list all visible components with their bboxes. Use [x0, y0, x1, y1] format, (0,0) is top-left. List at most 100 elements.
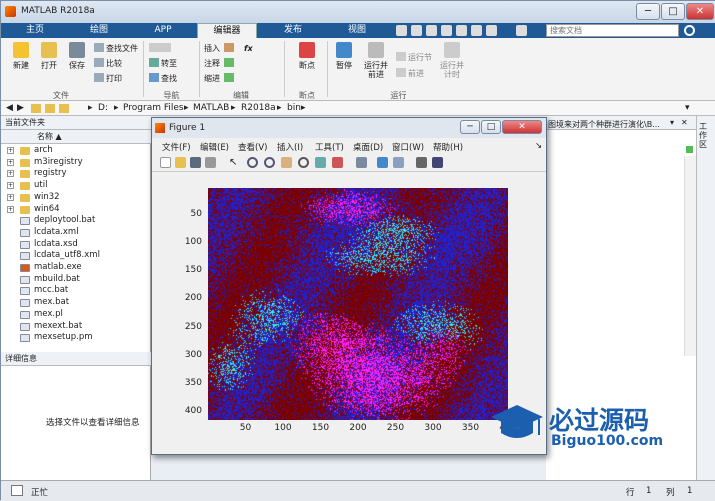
open-file-icon[interactable]: [175, 157, 186, 168]
compare-button[interactable]: 比较: [94, 58, 122, 70]
tab-publish[interactable]: 发布: [263, 23, 323, 38]
help-quick-icon[interactable]: [516, 25, 527, 36]
list-item[interactable]: + win64: [1, 204, 151, 216]
path-segment[interactable]: Program Files: [123, 103, 184, 113]
save-figure-icon[interactable]: [190, 157, 201, 168]
list-item[interactable]: + util: [1, 180, 151, 192]
list-item[interactable]: matlab.exe: [1, 262, 151, 274]
data-cursor-icon[interactable]: [315, 157, 326, 168]
list-item[interactable]: + win32: [1, 192, 151, 204]
menu-view[interactable]: 查看(V): [238, 141, 267, 153]
cut-quick-icon[interactable]: [411, 25, 422, 36]
fig-minimize-button[interactable]: ─: [460, 120, 480, 134]
list-item[interactable]: + registry: [1, 168, 151, 180]
switch-windows-icon[interactable]: [486, 25, 497, 36]
search-docs-input[interactable]: [546, 24, 679, 37]
indent-button[interactable]: 缩进: [204, 73, 236, 85]
colorbar-icon[interactable]: [377, 157, 388, 168]
name-column-header[interactable]: 名称 ▲: [1, 130, 151, 144]
maximize-button[interactable]: □: [661, 3, 685, 20]
expand-icon[interactable]: +: [7, 182, 14, 190]
find-button[interactable]: 查找: [149, 73, 177, 85]
list-item[interactable]: mex.bat: [1, 297, 151, 309]
folder-icon[interactable]: [31, 104, 41, 113]
paste-quick-icon[interactable]: [441, 25, 452, 36]
list-item[interactable]: deploytool.bat: [1, 215, 151, 227]
folder-up-icon[interactable]: [45, 104, 55, 113]
search-icon[interactable]: [684, 25, 695, 36]
find-file-button[interactable]: 查找文件: [94, 43, 138, 55]
tab-view[interactable]: 视图: [327, 23, 387, 38]
redo-quick-icon[interactable]: [471, 25, 482, 36]
browse-folder-icon[interactable]: [59, 104, 69, 113]
expand-icon[interactable]: +: [7, 170, 14, 178]
editor-tab-snippet[interactable]: 图境来对两个种群进行演化\B...: [548, 119, 666, 130]
list-item[interactable]: mex.pl: [1, 309, 151, 321]
path-dropdown-icon[interactable]: ▾: [685, 103, 690, 113]
list-item[interactable]: lcdata_utf8.xml: [1, 250, 151, 262]
forward-arrow-icon[interactable]: ▶: [17, 103, 24, 113]
advance-button[interactable]: 前进: [396, 68, 424, 80]
new-button[interactable]: 新建: [6, 42, 36, 70]
link-plot-icon[interactable]: [356, 157, 367, 168]
image-axes[interactable]: [208, 188, 508, 420]
expand-icon[interactable]: +: [7, 147, 14, 154]
rotate-icon[interactable]: [298, 157, 309, 168]
tab-plots[interactable]: 绘图: [69, 23, 129, 38]
comment-button[interactable]: 注释: [204, 58, 236, 70]
list-item[interactable]: mexext.bat: [1, 321, 151, 333]
list-item[interactable]: + m3iregistry: [1, 157, 151, 169]
back-forward-button[interactable]: [149, 43, 173, 55]
copy-quick-icon[interactable]: [426, 25, 437, 36]
brush-icon[interactable]: [332, 157, 343, 168]
tab-apps[interactable]: APP: [133, 23, 193, 38]
new-figure-icon[interactable]: [160, 157, 171, 168]
workspace-label[interactable]: 工作区: [699, 122, 709, 149]
list-item[interactable]: mbuild.bat: [1, 274, 151, 286]
run-advance-button[interactable]: 运行并 前进: [361, 42, 391, 79]
menu-desktop[interactable]: 桌面(D): [353, 141, 383, 153]
expand-icon[interactable]: +: [7, 158, 14, 166]
save-button[interactable]: 保存: [62, 42, 92, 70]
path-segment[interactable]: R2018a: [241, 103, 276, 113]
menu-window[interactable]: 窗口(W): [392, 141, 424, 153]
print-button[interactable]: 打印: [94, 73, 122, 85]
fig-maximize-button[interactable]: □: [481, 120, 501, 134]
path-segment[interactable]: D:: [98, 103, 108, 113]
minimize-button[interactable]: ─: [636, 3, 660, 20]
goto-button[interactable]: 转至: [149, 58, 177, 70]
list-item[interactable]: lcdata.xsd: [1, 239, 151, 251]
legend-icon[interactable]: [393, 157, 404, 168]
list-item[interactable]: + arch: [1, 145, 151, 157]
expand-icon[interactable]: +: [7, 205, 14, 213]
fig-close-button[interactable]: ✕: [502, 120, 542, 134]
pan-icon[interactable]: [281, 157, 292, 168]
pause-button[interactable]: 暂停: [329, 42, 359, 70]
undo-quick-icon[interactable]: [456, 25, 467, 36]
show-plot-tools-icon[interactable]: [432, 157, 443, 168]
tab-home[interactable]: 主页: [5, 23, 65, 38]
list-item[interactable]: mcc.bat: [1, 285, 151, 297]
pointer-icon[interactable]: ↖: [229, 157, 240, 168]
menu-file[interactable]: 文件(F): [162, 141, 191, 153]
hide-plot-tools-icon[interactable]: [416, 157, 427, 168]
close-button[interactable]: ✕: [686, 3, 714, 20]
tab-editor[interactable]: 编辑器: [197, 23, 257, 38]
list-item[interactable]: mexsetup.pm: [1, 332, 151, 344]
chevron-down-icon[interactable]: ▾: [670, 118, 674, 127]
zoom-in-icon[interactable]: [247, 157, 258, 168]
path-segment[interactable]: bin: [287, 103, 301, 113]
insert-button[interactable]: 插入: [204, 43, 236, 55]
expand-icon[interactable]: +: [7, 193, 14, 201]
fx-button[interactable]: fx: [244, 43, 253, 55]
run-and-time-button[interactable]: 运行并 计时: [437, 42, 467, 79]
menu-edit[interactable]: 编辑(E): [200, 141, 229, 153]
print-figure-icon[interactable]: [205, 157, 216, 168]
zoom-out-icon[interactable]: [264, 157, 275, 168]
open-button[interactable]: 打开: [34, 42, 64, 70]
menu-insert[interactable]: 插入(I): [277, 141, 303, 153]
dock-arrow-icon[interactable]: ↘: [535, 141, 542, 151]
path-segment[interactable]: MATLAB: [193, 103, 229, 113]
run-section-button[interactable]: 运行节: [396, 52, 432, 64]
close-tab-icon[interactable]: ✕: [681, 118, 688, 127]
